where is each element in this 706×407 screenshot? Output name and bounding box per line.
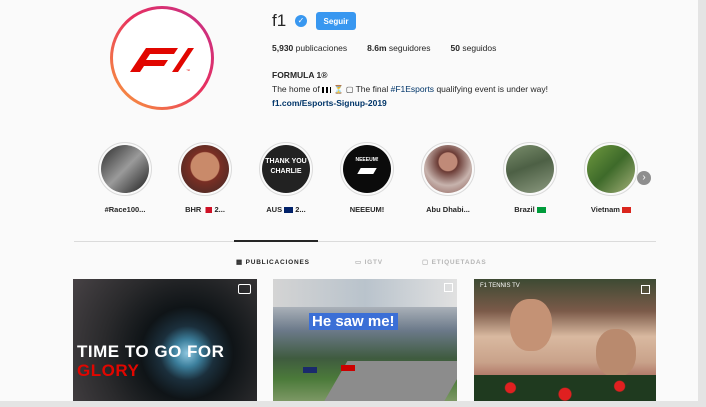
highlight-neeeum[interactable]: NEEEUM! NEEEUM!	[332, 142, 402, 214]
followers-stat[interactable]: 8.6m seguidores	[367, 43, 430, 53]
tv-icon: ▭	[355, 259, 362, 266]
highlight-brazil[interactable]: Brazil	[495, 142, 565, 214]
video-icon	[444, 283, 453, 292]
highlights-next-arrow-icon[interactable]: ›	[637, 171, 651, 185]
highlight-thumbnail	[101, 145, 149, 193]
highlight-race100[interactable]: #Race100...	[90, 142, 160, 214]
posts-stat[interactable]: 5,930 publicaciones	[272, 43, 347, 53]
profile-avatar[interactable]: ™	[110, 6, 214, 110]
profile-bio: The home of ⏳ ▢ The final #F1Esports qua…	[272, 84, 548, 94]
video-icon	[641, 285, 650, 294]
profile-username: f1	[272, 11, 287, 30]
highlight-thumbnail	[181, 145, 229, 193]
highlight-thumbnail	[424, 145, 472, 193]
vietnam-flag-icon	[622, 207, 632, 214]
active-tab-indicator	[234, 240, 318, 242]
profile-website-link[interactable]: f1.com/Esports-Signup-2019	[272, 98, 387, 108]
follow-button[interactable]: Seguir	[316, 12, 356, 30]
tag-icon: ▢	[422, 259, 429, 266]
bahrain-flag-icon	[203, 207, 213, 214]
australia-flag-icon	[284, 207, 294, 214]
highlight-thumbnail: THANK YOU CHARLIE	[262, 145, 310, 193]
highlight-thumbnail	[587, 145, 635, 193]
highlight-aus[interactable]: THANK YOU CHARLIE AUS 2...	[251, 142, 321, 214]
controller-icon: ▢	[345, 85, 354, 94]
verified-badge-icon: ✓	[295, 15, 307, 27]
video-icon	[238, 284, 251, 294]
post-thumbnail-2[interactable]: He saw me!	[273, 279, 457, 407]
brazil-flag-icon	[536, 207, 546, 214]
following-stat[interactable]: 50 seguidos	[451, 43, 497, 53]
race-car	[341, 365, 355, 371]
profile-full-name: FORMULA 1®	[272, 70, 328, 80]
highlight-vietnam[interactable]: Vietnam	[576, 142, 646, 214]
highlight-abu-dhabi[interactable]: Abu Dhabi...	[413, 142, 483, 214]
highlight-bhr[interactable]: BHR 2...	[170, 142, 240, 214]
highlight-thumbnail: NEEEUM!	[343, 145, 391, 193]
highlight-thumbnail	[506, 145, 554, 193]
profile-stats: 5,930 publicaciones 8.6m seguidores 50 s…	[272, 43, 496, 53]
svg-text:™: ™	[186, 68, 190, 73]
chequered-flag-icon	[322, 86, 332, 93]
tab-publicaciones[interactable]: ▦ PUBLICACIONES	[236, 258, 310, 266]
tab-igtv[interactable]: ▭ IGTV	[355, 258, 383, 266]
tab-etiquetadas[interactable]: ▢ ETIQUETADAS	[422, 258, 486, 266]
race-car	[303, 367, 317, 373]
hashtag-link[interactable]: #F1Esports	[391, 84, 434, 94]
f1-logo-icon: ™	[130, 48, 194, 73]
grid-icon: ▦	[236, 259, 243, 266]
post-thumbnail-1[interactable]: TIME TO GO FOR GLORY	[73, 279, 257, 407]
f1-mini-logo-icon	[357, 168, 377, 174]
post-thumbnail-3[interactable]: F1 TENNIS TV	[474, 279, 656, 407]
hourglass-icon: ⏳	[333, 85, 344, 94]
tab-divider	[74, 241, 656, 242]
instagram-profile-page: ™ f1 ✓ Seguir 5,930 publicaciones 8.6m s…	[0, 0, 706, 407]
